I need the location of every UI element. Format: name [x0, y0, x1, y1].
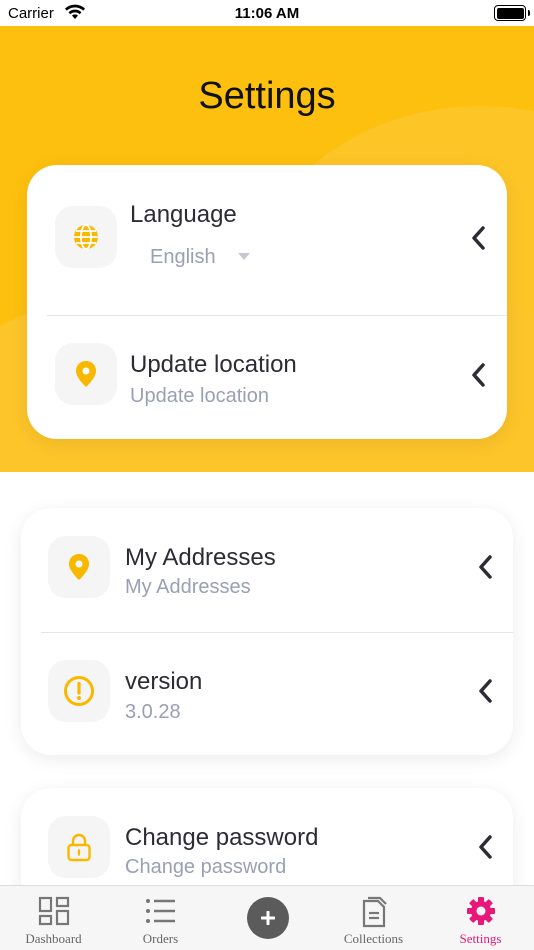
tab-settings-label: Settings	[459, 931, 502, 946]
tab-settings[interactable]: Settings	[427, 886, 534, 950]
tab-collections[interactable]: Collections	[320, 886, 427, 950]
change-password-sub: Change password	[125, 856, 287, 878]
change-password-label: Change password	[125, 824, 319, 851]
chevron-left-icon	[479, 679, 492, 703]
status-bar: Carrier 11:06 AM	[0, 0, 534, 26]
update-location-sub: Update location	[130, 385, 269, 407]
add-button[interactable]	[247, 897, 289, 939]
battery-icon	[494, 5, 530, 21]
list-icon	[145, 899, 175, 923]
addresses-icon-box	[48, 536, 110, 598]
chevron-left-icon	[479, 835, 492, 859]
update-location-row[interactable]: Update location Update location	[27, 315, 507, 439]
tab-orders-label: Orders	[142, 931, 179, 946]
language-label: Language	[130, 201, 237, 228]
language-icon-box	[55, 206, 117, 268]
preferences-card: Language English Update location Update …	[27, 165, 507, 439]
gear-icon	[466, 897, 495, 925]
chevron-left-icon	[479, 555, 492, 579]
plus-icon	[261, 911, 275, 925]
tab-orders[interactable]: Orders	[107, 886, 214, 950]
location-pin-icon	[69, 554, 89, 580]
version-value: 3.0.28	[125, 701, 181, 723]
version-label: version	[125, 668, 203, 695]
settings-screen: Carrier 11:06 AM Settings Language Engli…	[0, 0, 534, 950]
tab-collections-label: Collections	[343, 931, 404, 946]
language-row[interactable]: Language English	[27, 165, 507, 315]
language-dropdown[interactable]: English	[130, 243, 270, 273]
globe-icon	[74, 224, 98, 250]
chevron-left-icon	[472, 363, 485, 387]
location-pin-icon	[76, 361, 96, 387]
location-icon-box	[55, 343, 117, 405]
tab-dashboard[interactable]: Dashboard	[0, 886, 107, 950]
tab-bar: Dashboard Orders Collections Settings	[0, 885, 534, 950]
page-title: Settings	[198, 75, 336, 117]
update-location-label: Update location	[130, 351, 297, 378]
clock: 11:06 AM	[234, 5, 300, 22]
language-value: English	[150, 246, 216, 268]
tab-dashboard-label: Dashboard	[25, 931, 82, 946]
my-addresses-sub: My Addresses	[125, 576, 251, 598]
info-card: My Addresses My Addresses version 3.0.28	[21, 508, 513, 755]
password-icon-box	[48, 816, 110, 878]
my-addresses-row[interactable]: My Addresses My Addresses	[21, 508, 513, 632]
caret-down-icon	[238, 253, 250, 260]
document-icon	[362, 896, 387, 928]
version-row[interactable]: version 3.0.28	[21, 632, 513, 755]
grid-icon	[38, 896, 69, 926]
alert-circle-icon	[64, 676, 94, 706]
chevron-left-icon	[472, 226, 485, 250]
my-addresses-label: My Addresses	[125, 544, 276, 571]
version-icon-box	[48, 660, 110, 722]
lock-icon	[67, 833, 91, 862]
